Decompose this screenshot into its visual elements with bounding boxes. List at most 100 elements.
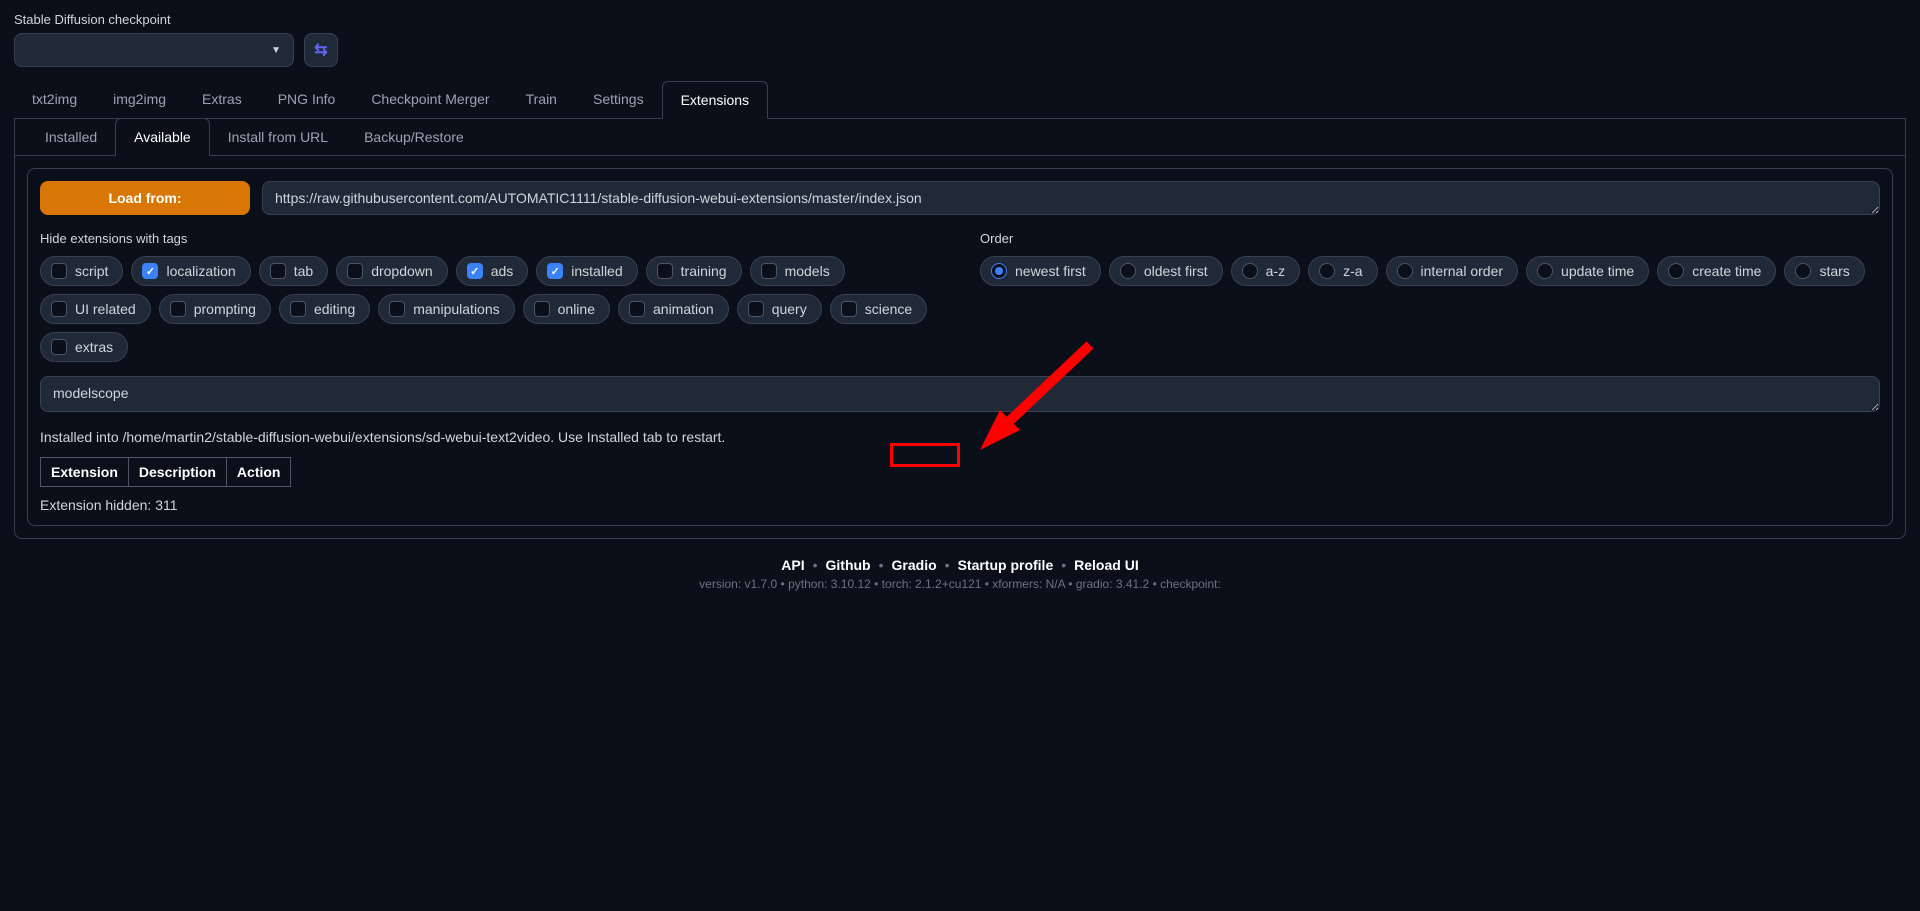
order-a-z[interactable]: a-z bbox=[1231, 256, 1300, 286]
order-label-text: oldest first bbox=[1144, 263, 1208, 279]
tab-png-info[interactable]: PNG Info bbox=[260, 81, 354, 118]
checkbox-icon bbox=[534, 301, 550, 317]
tab-train[interactable]: Train bbox=[508, 81, 575, 118]
tab-txt2img[interactable]: txt2img bbox=[14, 81, 95, 118]
order-label-text: stars bbox=[1819, 263, 1849, 279]
subtab-backup/restore[interactable]: Backup/Restore bbox=[346, 119, 482, 155]
filter-label: science bbox=[865, 301, 912, 317]
order-stars[interactable]: stars bbox=[1784, 256, 1864, 286]
checkbox-icon bbox=[841, 301, 857, 317]
footer-link-github[interactable]: Github bbox=[826, 557, 871, 573]
checkbox-icon bbox=[761, 263, 777, 279]
filter-label: ads bbox=[491, 263, 514, 279]
checkbox-icon bbox=[51, 301, 67, 317]
filter-label: UI related bbox=[75, 301, 136, 317]
index-url-input[interactable] bbox=[262, 181, 1880, 215]
hide-tags-label: Hide extensions with tags bbox=[40, 231, 940, 246]
checkbox-icon bbox=[290, 301, 306, 317]
order-label-text: update time bbox=[1561, 263, 1634, 279]
filter-extras[interactable]: extras bbox=[40, 332, 128, 362]
subtab-install-from-url[interactable]: Install from URL bbox=[210, 119, 346, 155]
filter-manipulations[interactable]: manipulations bbox=[378, 294, 514, 324]
order-oldest-first[interactable]: oldest first bbox=[1109, 256, 1223, 286]
chevron-down-icon: ▼ bbox=[271, 45, 281, 56]
search-input[interactable] bbox=[40, 376, 1880, 412]
order-label-text: z-a bbox=[1343, 263, 1362, 279]
radio-icon bbox=[1537, 263, 1553, 279]
filter-UI-related[interactable]: UI related bbox=[40, 294, 151, 324]
filter-label: installed bbox=[571, 263, 622, 279]
order-newest-first[interactable]: newest first bbox=[980, 256, 1101, 286]
order-label-text: internal order bbox=[1421, 263, 1504, 279]
checkbox-icon bbox=[170, 301, 186, 317]
order-label: Order bbox=[980, 231, 1880, 246]
tab-img2img[interactable]: img2img bbox=[95, 81, 184, 118]
filter-localization[interactable]: localization bbox=[131, 256, 250, 286]
checkbox-icon bbox=[51, 263, 67, 279]
checkpoint-dropdown[interactable]: ▼ bbox=[14, 33, 294, 67]
filter-label: models bbox=[785, 263, 830, 279]
filter-script[interactable]: script bbox=[40, 256, 123, 286]
filter-tab[interactable]: tab bbox=[259, 256, 328, 286]
checkbox-icon bbox=[142, 263, 158, 279]
filter-label: tab bbox=[294, 263, 313, 279]
filter-label: prompting bbox=[194, 301, 256, 317]
subtab-available[interactable]: Available bbox=[115, 118, 210, 156]
filter-training[interactable]: training bbox=[646, 256, 742, 286]
install-status: Installed into /home/martin2/stable-diff… bbox=[40, 429, 1880, 445]
order-z-a[interactable]: z-a bbox=[1308, 256, 1377, 286]
hidden-count: Extension hidden: 311 bbox=[40, 497, 1880, 513]
th-description: Description bbox=[129, 458, 227, 486]
footer: API • Github • Gradio • Startup profile … bbox=[0, 557, 1920, 591]
checkbox-icon bbox=[389, 301, 405, 317]
results-table-header: ExtensionDescriptionAction bbox=[40, 457, 291, 487]
filter-science[interactable]: science bbox=[830, 294, 927, 324]
footer-link-startup-profile[interactable]: Startup profile bbox=[958, 557, 1054, 573]
checkbox-icon bbox=[547, 263, 563, 279]
subtab-installed[interactable]: Installed bbox=[27, 119, 115, 155]
th-extension: Extension bbox=[41, 458, 129, 486]
tab-extensions[interactable]: Extensions bbox=[662, 81, 768, 119]
filter-query[interactable]: query bbox=[737, 294, 822, 324]
load-from-button[interactable]: Load from: bbox=[40, 181, 250, 215]
filter-label: online bbox=[558, 301, 595, 317]
order-internal-order[interactable]: internal order bbox=[1386, 256, 1519, 286]
radio-icon bbox=[1795, 263, 1811, 279]
filter-animation[interactable]: animation bbox=[618, 294, 729, 324]
filter-prompting[interactable]: prompting bbox=[159, 294, 271, 324]
radio-icon bbox=[1242, 263, 1258, 279]
footer-link-api[interactable]: API bbox=[781, 557, 804, 573]
refresh-checkpoint-button[interactable]: ⇆ bbox=[304, 33, 338, 67]
filter-models[interactable]: models bbox=[750, 256, 845, 286]
filter-ads[interactable]: ads bbox=[456, 256, 529, 286]
order-label-text: newest first bbox=[1015, 263, 1086, 279]
checkbox-icon bbox=[270, 263, 286, 279]
filter-label: training bbox=[681, 263, 727, 279]
filter-label: localization bbox=[166, 263, 235, 279]
footer-link-reload-ui[interactable]: Reload UI bbox=[1074, 557, 1139, 573]
filter-label: animation bbox=[653, 301, 714, 317]
radio-icon bbox=[1319, 263, 1335, 279]
footer-version: version: v1.7.0 • python: 3.10.12 • torc… bbox=[0, 577, 1920, 591]
th-action: Action bbox=[227, 458, 291, 486]
filter-installed[interactable]: installed bbox=[536, 256, 637, 286]
order-update-time[interactable]: update time bbox=[1526, 256, 1649, 286]
checkbox-icon bbox=[748, 301, 764, 317]
checkbox-icon bbox=[347, 263, 363, 279]
checkbox-icon bbox=[629, 301, 645, 317]
order-label-text: create time bbox=[1692, 263, 1761, 279]
checkbox-icon bbox=[657, 263, 673, 279]
filter-online[interactable]: online bbox=[523, 294, 610, 324]
filter-label: extras bbox=[75, 339, 113, 355]
footer-link-gradio[interactable]: Gradio bbox=[892, 557, 937, 573]
tab-settings[interactable]: Settings bbox=[575, 81, 662, 118]
tab-extras[interactable]: Extras bbox=[184, 81, 260, 118]
order-create-time[interactable]: create time bbox=[1657, 256, 1776, 286]
filter-editing[interactable]: editing bbox=[279, 294, 370, 324]
tab-checkpoint-merger[interactable]: Checkpoint Merger bbox=[353, 81, 507, 118]
filter-label: manipulations bbox=[413, 301, 499, 317]
radio-icon bbox=[1397, 263, 1413, 279]
filter-dropdown[interactable]: dropdown bbox=[336, 256, 448, 286]
filter-label: query bbox=[772, 301, 807, 317]
radio-icon bbox=[1668, 263, 1684, 279]
